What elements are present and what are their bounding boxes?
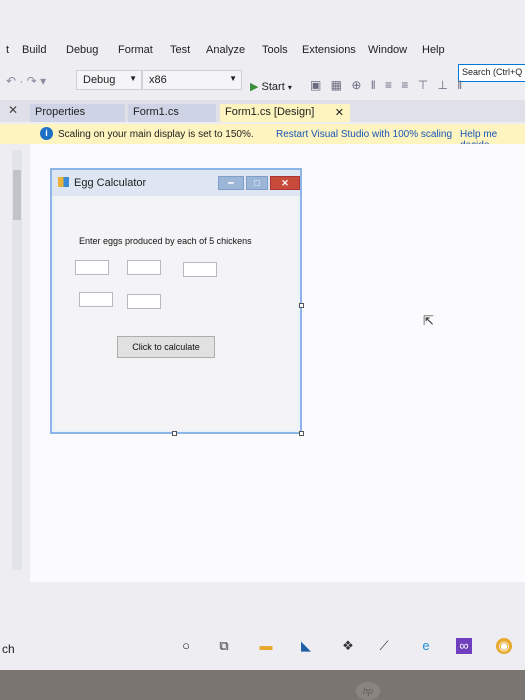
resize-handle-corner[interactable] — [299, 431, 304, 436]
chrome-icon[interactable]: ◉ — [496, 638, 512, 654]
task-view-icon[interactable]: ⧉ — [216, 638, 232, 654]
form-title-bar: Egg Calculator ━ □ ✕ — [52, 170, 300, 196]
menu-item-window[interactable]: Window — [368, 44, 407, 56]
undo-redo-icon[interactable]: ↶ · ↷ ▾ — [6, 74, 46, 88]
info-message: Scaling on your main display is set to 1… — [58, 129, 254, 140]
pen-icon[interactable]: ⟋ — [376, 638, 392, 654]
layout-tools-icon[interactable]: ▣ ▦ ⊕ ‖ ≡ ≡ ⊤ ⊥ ‖ — [310, 78, 465, 92]
config-combo[interactable]: Debug ▼ — [76, 70, 142, 90]
chicken-5-textbox[interactable] — [127, 294, 161, 309]
laptop-logo: hp — [356, 682, 380, 700]
toolbar: ↶ · ↷ ▾ Debug ▼ x86 ▼ ▶ Start ▾ ▣ ▦ ⊕ ‖ … — [0, 66, 525, 96]
resize-handle-right[interactable] — [299, 303, 304, 308]
chevron-down-icon: ▾ — [287, 83, 292, 92]
menu-item-tools[interactable]: Tools — [262, 44, 288, 56]
menu-item-build[interactable]: Build — [22, 44, 46, 56]
edge-icon[interactable]: e — [418, 638, 434, 654]
close-icon[interactable]: ✕ — [8, 103, 18, 117]
play-icon: ▶ — [250, 81, 259, 93]
file-explorer-icon[interactable]: ▬ — [258, 638, 274, 654]
platform-combo[interactable]: x86 ▼ — [142, 70, 242, 90]
cortana-icon[interactable]: ○ — [178, 638, 194, 654]
info-bar: i Scaling on your main display is set to… — [0, 124, 525, 151]
scrollbar-thumb[interactable] — [13, 170, 21, 220]
menu-item-file-partial[interactable]: t — [6, 44, 9, 56]
menu-item-extensions[interactable]: Extensions — [302, 44, 356, 56]
form-client-area: Enter eggs produced by each of 5 chicken… — [55, 196, 297, 430]
screen: t Build Debug Format Test Analyze Tools … — [0, 0, 525, 670]
app-icon — [58, 177, 69, 187]
start-button[interactable]: ▶ Start ▾ — [250, 80, 292, 93]
menu-bar: t Build Debug Format Test Analyze Tools … — [0, 36, 525, 64]
tab-properties[interactable]: Properties — [30, 104, 125, 122]
taskbar: ch ○ ⧉ ▬ ◣ ❖ ⟋ e ∞ ◉ — [0, 626, 525, 666]
menu-item-format[interactable]: Format — [118, 44, 153, 56]
menu-item-help[interactable]: Help — [422, 44, 445, 56]
chicken-4-textbox[interactable] — [79, 292, 113, 307]
document-tabs: Properties Form1.cs Form1.cs [Design] ✕ — [0, 100, 525, 122]
tab-form1-design[interactable]: Form1.cs [Design] ✕ — [220, 104, 350, 122]
resize-handle-bottom[interactable] — [172, 431, 177, 436]
visual-studio-icon[interactable]: ∞ — [456, 638, 472, 654]
menu-item-analyze[interactable]: Analyze — [206, 44, 245, 56]
info-icon: i — [40, 127, 53, 140]
menu-item-test[interactable]: Test — [170, 44, 190, 56]
tab-form1-cs[interactable]: Form1.cs — [128, 104, 216, 122]
maximize-icon: □ — [246, 176, 268, 190]
eggs-label[interactable]: Enter eggs produced by each of 5 chicken… — [79, 236, 252, 246]
search-box-partial[interactable]: ch — [2, 642, 15, 656]
chevron-down-icon: ▼ — [229, 74, 237, 83]
tab-label: Form1.cs [Design] — [225, 106, 315, 118]
calculate-button[interactable]: Click to calculate — [117, 336, 215, 358]
chicken-3-textbox[interactable] — [183, 262, 217, 277]
close-icon[interactable]: ✕ — [335, 106, 344, 119]
restart-scaling-link[interactable]: Restart Visual Studio with 100% scaling — [276, 129, 452, 140]
chevron-down-icon: ▼ — [129, 74, 137, 83]
chicken-1-textbox[interactable] — [75, 260, 109, 275]
scrollbar[interactable] — [12, 150, 22, 570]
mail-icon[interactable]: ◣ — [298, 638, 314, 654]
chicken-2-textbox[interactable] — [127, 260, 161, 275]
config-value: Debug — [83, 74, 116, 86]
tab-label: Form1.cs — [133, 106, 179, 118]
start-label: Start — [261, 81, 285, 93]
menu-item-debug[interactable]: Debug — [66, 44, 98, 56]
dropbox-icon[interactable]: ❖ — [340, 638, 356, 654]
minimize-icon: ━ — [218, 176, 244, 190]
platform-value: x86 — [149, 74, 167, 86]
tab-label: Properties — [35, 106, 86, 118]
form-title: Egg Calculator — [74, 177, 147, 189]
close-icon: ✕ — [270, 176, 300, 190]
egg-calculator-form[interactable]: Egg Calculator ━ □ ✕ Enter eggs produced… — [50, 168, 302, 434]
mouse-cursor-icon: ⇱ — [423, 313, 434, 328]
